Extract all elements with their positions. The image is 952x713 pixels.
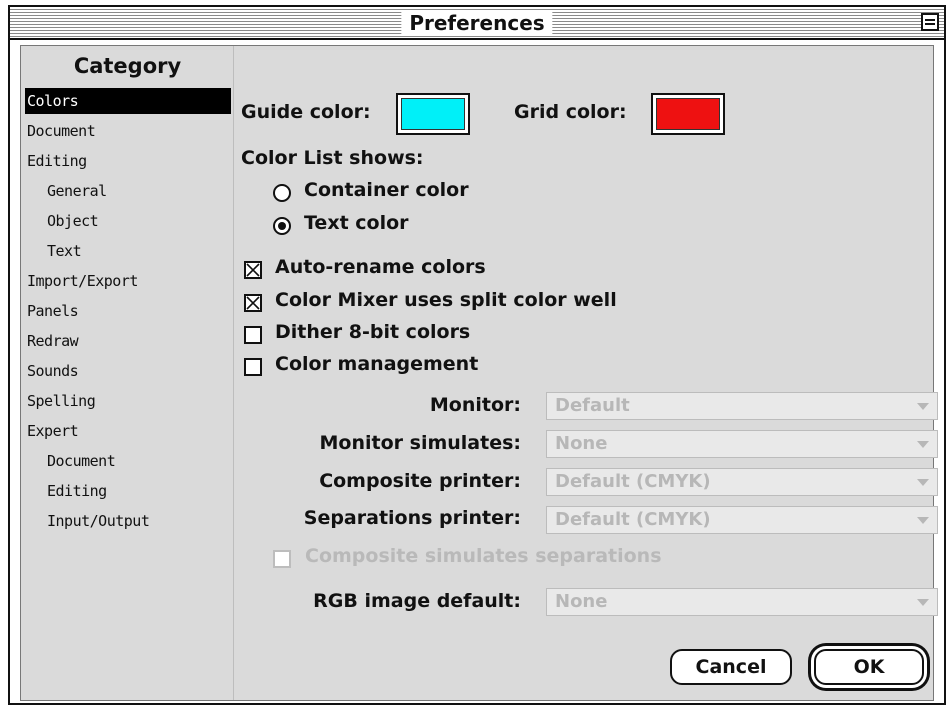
- category-item-document[interactable]: Document: [25, 118, 231, 144]
- category-item-import-export[interactable]: Import/Export: [25, 268, 231, 294]
- category-item-object[interactable]: Object: [45, 208, 231, 234]
- cancel-button[interactable]: Cancel: [670, 649, 792, 685]
- category-item-expert-document[interactable]: Document: [45, 448, 231, 474]
- separations-printer-label: Separations printer:: [303, 507, 521, 529]
- split-color-well-label[interactable]: Color Mixer uses split color well: [275, 289, 617, 311]
- rgb-image-default-label: RGB image default:: [313, 590, 521, 612]
- collapse-box-icon[interactable]: [921, 13, 939, 31]
- color-management-label[interactable]: Color management: [275, 353, 478, 375]
- text-color-radio[interactable]: [273, 217, 291, 235]
- checkmark-x-icon: [246, 296, 260, 310]
- category-item-expert[interactable]: Expert: [25, 418, 231, 444]
- text-color-label[interactable]: Text color: [304, 212, 409, 234]
- category-item-text[interactable]: Text: [45, 238, 231, 264]
- composite-simulates-checkbox[interactable]: [273, 550, 291, 568]
- container-color-label[interactable]: Container color: [304, 179, 469, 201]
- chevron-down-icon: [917, 517, 929, 524]
- separations-printer-value: Default (CMYK): [555, 509, 711, 530]
- category-sidebar: Category Colors Document Editing General…: [21, 46, 234, 700]
- monitor-simulates-label: Monitor simulates:: [319, 432, 521, 454]
- grid-color-label: Grid color:: [514, 101, 627, 123]
- category-item-editing[interactable]: Editing: [25, 148, 231, 174]
- preferences-window: Preferences Category Colors Document Edi…: [8, 5, 946, 705]
- category-item-sounds[interactable]: Sounds: [25, 358, 231, 384]
- guide-color-fill: [401, 98, 465, 130]
- auto-rename-label[interactable]: Auto-rename colors: [275, 256, 486, 278]
- category-title: Category: [73, 54, 182, 78]
- title-bar[interactable]: Preferences: [10, 7, 944, 40]
- composite-printer-value: Default (CMYK): [555, 471, 711, 492]
- guide-color-label: Guide color:: [241, 101, 371, 123]
- ok-button[interactable]: OK: [814, 649, 924, 685]
- window-title: Preferences: [401, 10, 553, 36]
- monitor-select[interactable]: Default: [546, 392, 938, 420]
- chevron-down-icon: [917, 479, 929, 486]
- chevron-down-icon: [917, 599, 929, 606]
- checkmark-x-icon: [246, 263, 260, 277]
- monitor-simulates-select[interactable]: None: [546, 430, 938, 458]
- composite-printer-label: Composite printer:: [319, 470, 521, 492]
- category-item-input-output[interactable]: Input/Output: [45, 508, 231, 534]
- composite-simulates-label[interactable]: Composite simulates separations: [305, 545, 662, 567]
- monitor-value: Default: [555, 395, 630, 416]
- container-color-radio[interactable]: [273, 184, 291, 202]
- chevron-down-icon: [917, 441, 929, 448]
- monitor-simulates-value: None: [555, 433, 608, 454]
- rgb-image-default-select[interactable]: None: [546, 588, 938, 616]
- rgb-image-default-value: None: [555, 591, 608, 612]
- category-item-general[interactable]: General: [45, 178, 231, 204]
- dither-label[interactable]: Dither 8-bit colors: [275, 321, 470, 343]
- guide-color-swatch[interactable]: [396, 93, 470, 135]
- category-item-colors[interactable]: Colors: [25, 88, 231, 114]
- composite-printer-select[interactable]: Default (CMYK): [546, 468, 938, 496]
- color-list-shows-label: Color List shows:: [241, 147, 424, 169]
- category-item-expert-editing[interactable]: Editing: [45, 478, 231, 504]
- category-item-spelling[interactable]: Spelling: [25, 388, 231, 414]
- grid-color-fill: [656, 98, 720, 130]
- chevron-down-icon: [917, 403, 929, 410]
- auto-rename-checkbox[interactable]: [244, 261, 262, 279]
- category-item-panels[interactable]: Panels: [25, 298, 231, 324]
- grid-color-swatch[interactable]: [651, 93, 725, 135]
- separations-printer-select[interactable]: Default (CMYK): [546, 506, 938, 534]
- dither-checkbox[interactable]: [244, 326, 262, 344]
- category-item-redraw[interactable]: Redraw: [25, 328, 231, 354]
- color-management-checkbox[interactable]: [244, 358, 262, 376]
- dialog-content: Category Colors Document Editing General…: [20, 45, 938, 701]
- monitor-label: Monitor:: [429, 394, 521, 416]
- split-color-well-checkbox[interactable]: [244, 294, 262, 312]
